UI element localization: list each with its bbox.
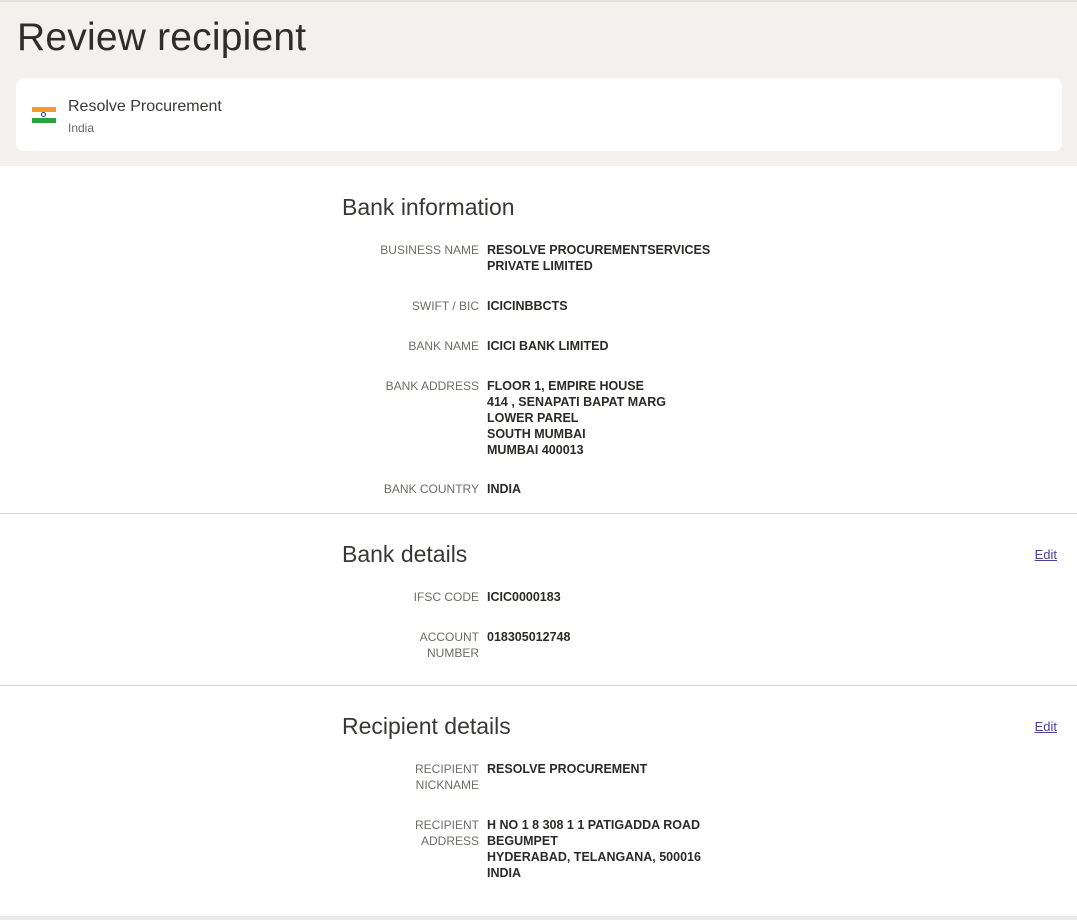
detail-value: INDIA [487, 482, 522, 496]
detail-label: IFSC CODE [413, 590, 479, 604]
edit-bank-details-link[interactable]: Edit [1035, 547, 1057, 562]
bank-information-section: Bank information BUSINESS NAME RESOLVE P… [0, 166, 1077, 513]
recipient-summary-card: Resolve Procurement India [16, 78, 1062, 151]
recipient-name: Resolve Procurement [68, 98, 222, 115]
detail-value: ICICI BANK LIMITED [487, 339, 609, 353]
page-header: Review recipient Resolve Procurement Ind… [0, 2, 1077, 166]
page-title: Review recipient [17, 16, 307, 59]
detail-label: BUSINESS NAME [380, 243, 479, 257]
detail-label: SWIFT / BIC [411, 299, 479, 313]
detail-value: 018305012748 [487, 630, 571, 644]
detail-label: BANK NAME [408, 339, 479, 353]
detail-value: ICIC0000183 [487, 590, 561, 604]
detail-label: BANK ADDRESS [385, 379, 479, 393]
india-flag-icon [32, 107, 56, 123]
detail-value: ICICINBBCTS [487, 299, 568, 313]
bank-details-heading: Bank details [342, 541, 468, 567]
recipient-details-section: Recipient details Edit RECIPIENT NICKNAM… [0, 686, 1077, 916]
detail-value: RESOLVE PROCUREMENTSERVICES PRIVATE LIMI… [487, 243, 711, 273]
recipient-details-heading: Recipient details [342, 713, 511, 739]
bank-information-heading: Bank information [342, 194, 515, 220]
detail-value: H NO 1 8 308 1 1 PATIGADDA ROAD BEGUMPET… [487, 818, 701, 880]
detail-label: BANK COUNTRY [383, 482, 479, 496]
bottom-rule [0, 916, 1077, 920]
detail-value: FLOOR 1, EMPIRE HOUSE 414 , SENAPATI BAP… [487, 379, 666, 457]
edit-recipient-details-link[interactable]: Edit [1035, 719, 1057, 734]
detail-label: RECIPIENT NICKNAME [414, 762, 479, 792]
recipient-country: India [68, 121, 95, 135]
detail-value: RESOLVE PROCUREMENT [487, 762, 648, 776]
bank-details-section: Bank details Edit IFSC CODE ICIC0000183 … [0, 514, 1077, 685]
detail-label: RECIPIENT ADDRESS [414, 818, 479, 848]
detail-label: ACCOUNT NUMBER [419, 630, 479, 660]
